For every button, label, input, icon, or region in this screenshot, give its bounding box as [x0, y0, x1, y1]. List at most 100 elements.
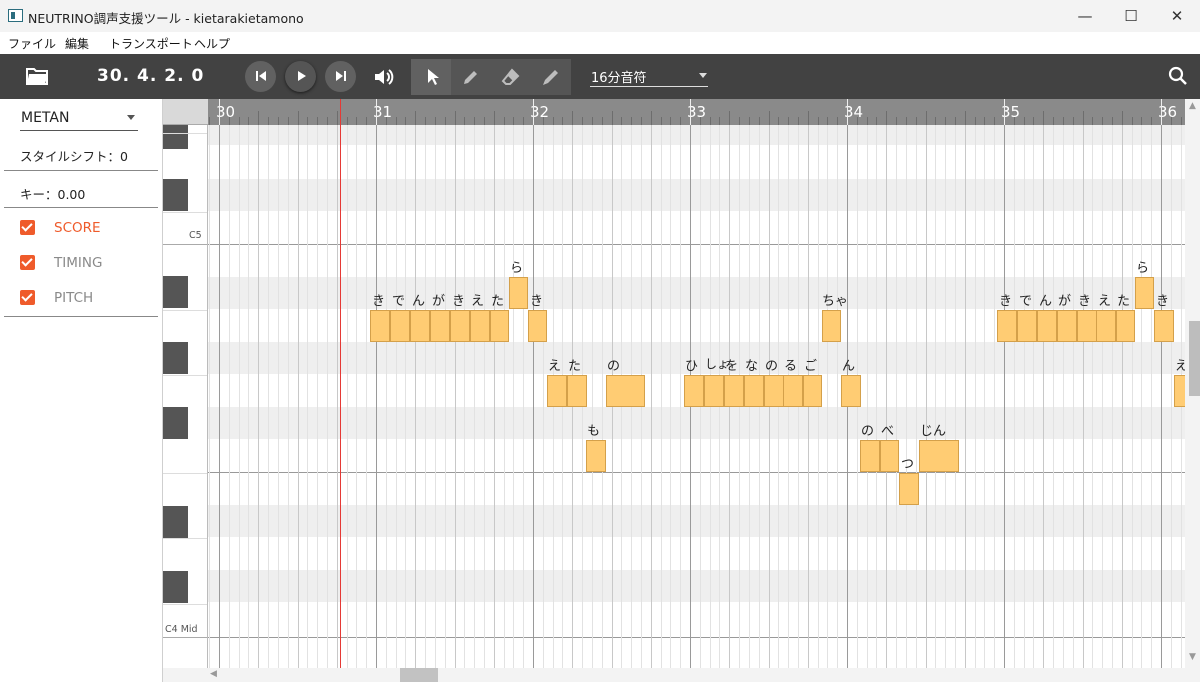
ruler-tick: [955, 117, 956, 125]
note[interactable]: [528, 310, 547, 342]
horizontal-scrollbar[interactable]: ◀: [163, 668, 1200, 682]
menu-edit[interactable]: 編集: [65, 35, 89, 52]
grid-line: [670, 125, 671, 668]
note[interactable]: [919, 440, 959, 472]
note[interactable]: [1057, 310, 1077, 342]
piano-keyboard[interactable]: C5 C4 Mid: [163, 99, 208, 668]
black-key[interactable]: [163, 342, 188, 374]
timing-label[interactable]: TIMING: [54, 255, 102, 271]
note[interactable]: [1037, 310, 1057, 342]
menu-transport[interactable]: トランスポート: [109, 35, 193, 52]
ruler-tick: [984, 117, 985, 125]
ruler-tick: [582, 117, 583, 125]
menu-bar: ファイル 編集 トランスポート ヘルプ: [0, 32, 1200, 54]
note[interactable]: [1174, 375, 1185, 407]
note[interactable]: [744, 375, 764, 407]
cursor-icon[interactable]: [423, 67, 443, 87]
scroll-left-icon[interactable]: ◀: [210, 669, 217, 679]
note-division-select[interactable]: 16分音符: [590, 65, 708, 87]
note[interactable]: [684, 375, 704, 407]
black-key[interactable]: [163, 407, 188, 439]
pencil-icon[interactable]: [461, 67, 481, 87]
note[interactable]: [547, 375, 567, 407]
maximize-button[interactable]: ☐: [1108, 0, 1154, 32]
voice-select[interactable]: METAN: [20, 107, 138, 131]
ruler-tick: [1024, 117, 1025, 125]
playhead[interactable]: [340, 99, 341, 668]
note[interactable]: [783, 375, 803, 407]
pitch-checkbox[interactable]: [20, 290, 35, 305]
vertical-scroll-thumb[interactable]: [1189, 321, 1200, 396]
note[interactable]: [880, 440, 899, 472]
note[interactable]: [509, 277, 528, 309]
menu-file[interactable]: ファイル: [8, 35, 56, 52]
grid-line: [680, 125, 681, 668]
skip-previous-button[interactable]: [245, 61, 276, 92]
measure-ruler[interactable]: 30 31 32 33 34 35 36: [208, 99, 1185, 125]
minimize-button[interactable]: —: [1062, 0, 1108, 32]
note[interactable]: [470, 310, 490, 342]
note[interactable]: [997, 310, 1017, 342]
scroll-down-icon[interactable]: ▼: [1189, 652, 1196, 662]
score-label[interactable]: SCORE: [54, 220, 101, 236]
ruler-tick: [867, 117, 868, 125]
note[interactable]: [567, 375, 587, 407]
folder-icon[interactable]: [26, 66, 49, 90]
note[interactable]: [704, 375, 724, 407]
vertical-scrollbar[interactable]: ▲ ▼: [1185, 99, 1200, 668]
note[interactable]: [490, 310, 509, 342]
scroll-up-icon[interactable]: ▲: [1189, 101, 1196, 111]
note[interactable]: [1017, 310, 1037, 342]
grid-line: [837, 125, 838, 668]
note[interactable]: [860, 440, 880, 472]
timing-checkbox[interactable]: [20, 255, 35, 270]
menu-help[interactable]: ヘルプ: [194, 35, 230, 52]
lyric: ちゃ: [822, 294, 849, 309]
close-button[interactable]: ✕: [1154, 0, 1200, 32]
note[interactable]: [764, 375, 784, 407]
note[interactable]: [724, 375, 744, 407]
note[interactable]: [586, 440, 606, 472]
black-key[interactable]: [163, 571, 188, 603]
pitch-pen-icon[interactable]: [541, 67, 561, 87]
note[interactable]: [841, 375, 861, 407]
chevron-down-icon: [699, 73, 707, 78]
pitch-label[interactable]: PITCH: [54, 290, 93, 306]
note[interactable]: [822, 310, 841, 342]
search-icon[interactable]: [1168, 66, 1188, 90]
skip-next-button[interactable]: [325, 61, 356, 92]
note[interactable]: [450, 310, 470, 342]
ruler-tick: [1033, 117, 1034, 125]
black-key[interactable]: [163, 179, 188, 211]
note[interactable]: [1116, 310, 1135, 342]
play-button[interactable]: [285, 61, 316, 92]
key-border: [163, 538, 207, 539]
style-shift-label[interactable]: スタイルシフト：0: [20, 146, 128, 165]
volume-icon[interactable]: [373, 67, 395, 91]
note[interactable]: [899, 473, 919, 505]
lyric: ひ: [685, 359, 699, 374]
grid-line: [543, 125, 544, 668]
ruler-tick: [612, 111, 613, 125]
eraser-icon[interactable]: [501, 67, 521, 87]
note[interactable]: [370, 310, 390, 342]
black-key[interactable]: [163, 276, 188, 308]
piano-roll[interactable]: 30 31 32 33 34 35 36 き で ん が き え た ら き え…: [208, 99, 1185, 668]
black-key[interactable]: [163, 506, 188, 538]
key-label[interactable]: キー：0.00: [20, 184, 85, 203]
note[interactable]: [1077, 310, 1097, 342]
note[interactable]: [430, 310, 450, 342]
note[interactable]: [1154, 310, 1174, 342]
note[interactable]: [1135, 277, 1154, 309]
note[interactable]: [390, 310, 410, 342]
note[interactable]: [410, 310, 430, 342]
lyric: の: [607, 359, 621, 374]
horizontal-scroll-thumb[interactable]: [400, 668, 438, 682]
score-checkbox[interactable]: [20, 220, 35, 235]
note[interactable]: [1096, 310, 1116, 342]
ruler-tick: [376, 99, 377, 125]
note[interactable]: [606, 375, 645, 407]
note[interactable]: [803, 375, 822, 407]
edit-tool-group: [411, 59, 571, 95]
beat-line: [965, 125, 966, 668]
